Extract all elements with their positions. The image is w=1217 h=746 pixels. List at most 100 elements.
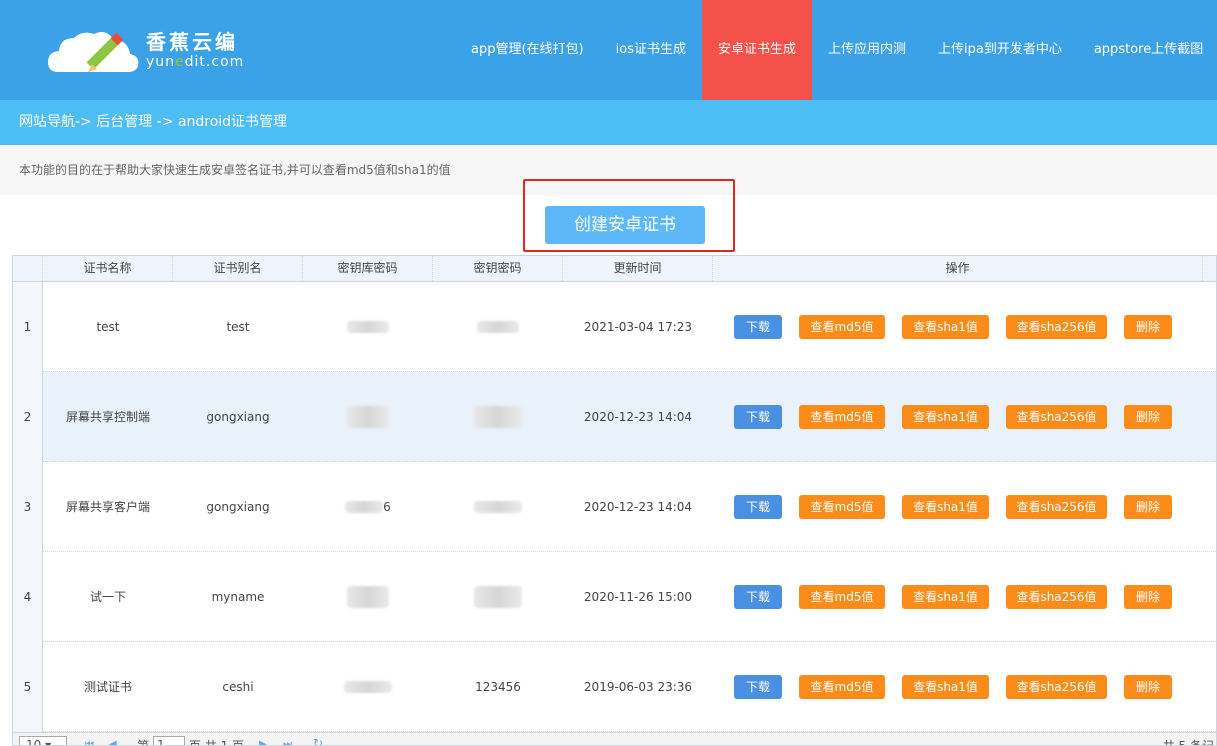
view-sha1-button[interactable]: 查看sha1值 bbox=[902, 404, 989, 429]
delete-button[interactable]: 删除 bbox=[1124, 404, 1172, 429]
nav-appstore-screenshots[interactable]: appstore上传截图 bbox=[1078, 0, 1217, 100]
view-sha1-button[interactable]: 查看sha1值 bbox=[902, 674, 989, 699]
store-password bbox=[303, 372, 433, 462]
brand-logo[interactable]: 香蕉云编 yunedit.com bbox=[48, 22, 248, 78]
row-actions: 下载 查看md5值 查看sha1值 查看sha256值 删除 bbox=[713, 552, 1203, 642]
key-password bbox=[433, 552, 563, 642]
nav-ios-cert[interactable]: ios证书生成 bbox=[600, 0, 702, 100]
row-number: 1 bbox=[13, 281, 43, 372]
updated-time: 2020-11-26 15:00 bbox=[583, 589, 693, 604]
cloud-pencil-icon bbox=[48, 32, 139, 72]
view-md5-button[interactable]: 查看md5值 bbox=[799, 314, 885, 339]
redacted-value bbox=[347, 321, 389, 333]
header-operations: 操作 bbox=[713, 256, 1203, 281]
cert-alias: gongxiang bbox=[206, 499, 270, 514]
redacted-value bbox=[474, 586, 522, 608]
cert-name: 试一下 bbox=[89, 589, 126, 604]
view-sha256-button[interactable]: 查看sha256值 bbox=[1006, 314, 1107, 339]
table-body: 1 test test 2021-03-04 17:23 下载 查看md5值 查… bbox=[13, 281, 1216, 732]
download-button[interactable]: 下载 bbox=[734, 314, 782, 339]
header-key-password[interactable]: 密钥密码 bbox=[433, 256, 563, 281]
row-actions: 下载 查看md5值 查看sha1值 查看sha256值 删除 bbox=[713, 642, 1203, 732]
next-page-icon[interactable]: ▶ bbox=[259, 739, 267, 745]
view-sha1-button[interactable]: 查看sha1值 bbox=[902, 494, 989, 519]
delete-button[interactable]: 删除 bbox=[1124, 674, 1172, 699]
first-page-icon[interactable]: ⏮ bbox=[85, 739, 94, 745]
prev-page-icon[interactable]: ◀ bbox=[109, 739, 117, 745]
store-password bbox=[303, 552, 433, 642]
page-number-input[interactable]: 1 bbox=[153, 736, 185, 745]
view-sha256-button[interactable]: 查看sha256值 bbox=[1006, 584, 1107, 609]
cert-alias: test bbox=[226, 319, 250, 334]
view-md5-button[interactable]: 查看md5值 bbox=[799, 674, 885, 699]
row-number: 5 bbox=[13, 641, 43, 732]
redacted-value bbox=[344, 681, 392, 693]
redacted-value bbox=[474, 501, 522, 513]
redacted-value bbox=[345, 501, 384, 513]
key-password bbox=[433, 282, 563, 372]
header-alias[interactable]: 证书别名 bbox=[173, 256, 303, 281]
cert-name: 屏幕共享控制端 bbox=[65, 409, 150, 424]
refresh-icon[interactable]: ↻ bbox=[313, 736, 323, 745]
cert-alias: ceshi bbox=[222, 679, 254, 694]
key-password bbox=[433, 462, 563, 552]
download-button[interactable]: 下载 bbox=[734, 674, 782, 699]
brand-domain: yunedit.com bbox=[146, 54, 245, 70]
updated-time: 2019-06-03 23:36 bbox=[583, 679, 693, 694]
view-sha1-button[interactable]: 查看sha1值 bbox=[902, 584, 989, 609]
header-updated[interactable]: 更新时间 bbox=[563, 256, 713, 281]
cert-name: test bbox=[96, 319, 120, 334]
redacted-value bbox=[474, 406, 522, 428]
create-android-cert-button[interactable]: 创建安卓证书 bbox=[545, 206, 705, 244]
brand-title: 香蕉云编 bbox=[146, 30, 238, 54]
view-md5-button[interactable]: 查看md5值 bbox=[799, 404, 885, 429]
header-store-password[interactable]: 密钥库密码 bbox=[303, 256, 433, 281]
store-password bbox=[303, 642, 433, 732]
table-row: 3 屏幕共享客户端 gongxiang 6 2020-12-23 14:04 下… bbox=[13, 461, 1216, 552]
delete-button[interactable]: 删除 bbox=[1124, 494, 1172, 519]
cert-name: 测试证书 bbox=[83, 679, 132, 694]
page-total-label: 页 共 1 页 bbox=[189, 739, 245, 746]
download-button[interactable]: 下载 bbox=[734, 404, 782, 429]
delete-button[interactable]: 删除 bbox=[1124, 314, 1172, 339]
download-button[interactable]: 下载 bbox=[734, 584, 782, 609]
table-header: 证书名称 证书别名 密钥库密码 密钥密码 更新时间 操作 bbox=[13, 256, 1216, 282]
certificate-table: 证书名称 证书别名 密钥库密码 密钥密码 更新时间 操作 1 test test… bbox=[12, 255, 1217, 746]
redacted-value bbox=[477, 321, 519, 333]
view-sha256-button[interactable]: 查看sha256值 bbox=[1006, 404, 1107, 429]
download-button[interactable]: 下载 bbox=[734, 494, 782, 519]
nav-upload-ipa[interactable]: 上传ipa到开发者中心 bbox=[922, 0, 1078, 100]
row-number: 2 bbox=[13, 371, 43, 462]
view-md5-button[interactable]: 查看md5值 bbox=[799, 494, 885, 519]
table-row: 5 测试证书 ceshi 123456 2019-06-03 23:36 下载 … bbox=[13, 641, 1216, 732]
table-row: 1 test test 2021-03-04 17:23 下载 查看md5值 查… bbox=[13, 281, 1216, 372]
delete-button[interactable]: 删除 bbox=[1124, 584, 1172, 609]
view-sha256-button[interactable]: 查看sha256值 bbox=[1006, 674, 1107, 699]
header-rownum bbox=[13, 256, 43, 281]
row-number: 4 bbox=[13, 551, 43, 642]
nav-android-cert[interactable]: 安卓证书生成 bbox=[701, 0, 812, 100]
pagination-bar: 10 ▾ ⏮ ◀ 第 1 页 共 1 页 ▶ ⏭ ↻ 共 5 条记 bbox=[13, 732, 1216, 746]
row-number: 3 bbox=[13, 461, 43, 552]
row-actions: 下载 查看md5值 查看sha1值 查看sha256值 删除 bbox=[713, 282, 1203, 372]
nav-upload-beta[interactable]: 上传应用内测 bbox=[812, 0, 922, 100]
nav-app-management[interactable]: app管理(在线打包) bbox=[455, 0, 600, 100]
view-sha1-button[interactable]: 查看sha1值 bbox=[902, 314, 989, 339]
updated-time: 2020-12-23 14:04 bbox=[583, 409, 693, 424]
page-size-select[interactable]: 10 ▾ bbox=[19, 736, 67, 745]
updated-time: 2020-12-23 14:04 bbox=[583, 499, 693, 514]
cert-alias: myname bbox=[211, 589, 265, 604]
view-sha256-button[interactable]: 查看sha256值 bbox=[1006, 494, 1107, 519]
store-password: 6 bbox=[303, 462, 433, 552]
cert-alias: gongxiang bbox=[206, 409, 270, 424]
row-actions: 下载 查看md5值 查看sha1值 查看sha256值 删除 bbox=[713, 372, 1203, 462]
header-name[interactable]: 证书名称 bbox=[43, 256, 173, 281]
table-row: 2 屏幕共享控制端 gongxiang 2020-12-23 14:04 下载 … bbox=[13, 371, 1216, 462]
last-page-icon[interactable]: ⏭ bbox=[283, 739, 292, 745]
key-password bbox=[433, 372, 563, 462]
redacted-value bbox=[347, 406, 389, 428]
table-row: 4 试一下 myname 2020-11-26 15:00 下载 查看md5值 … bbox=[13, 551, 1216, 642]
view-md5-button[interactable]: 查看md5值 bbox=[799, 584, 885, 609]
page-label: 第 bbox=[137, 739, 150, 746]
key-password: 123456 bbox=[475, 679, 521, 694]
